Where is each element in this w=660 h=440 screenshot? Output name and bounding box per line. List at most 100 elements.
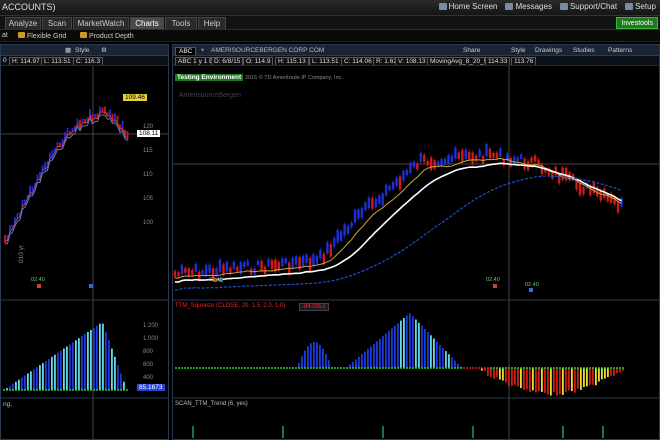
left-squeeze-dot [102, 389, 104, 391]
squeeze-hist-bar [412, 316, 414, 368]
setup-link[interactable]: Setup [625, 2, 656, 11]
squeeze-hist-bar [553, 368, 555, 392]
left-hist-bar [102, 323, 104, 390]
candle-body [374, 198, 377, 208]
left-settings-icon[interactable]: ⚙ [99, 47, 109, 55]
share-button[interactable]: Share [461, 47, 482, 55]
left-hist-bar [18, 379, 20, 390]
squeeze-hist-bar [526, 368, 528, 390]
tab-help[interactable]: Help [198, 17, 226, 29]
candle-body [461, 149, 464, 162]
squeeze-hist-bar [580, 368, 582, 390]
left-hist-bar [60, 350, 62, 390]
right-chart-canvas[interactable] [173, 66, 660, 440]
left-quote-bar: 0 H: 114.97 L: 113.51 C: 116.3 [1, 56, 168, 66]
copyright-text: 2015 © TD Ameritrade IP Company, Inc. [245, 75, 343, 81]
left-squeeze-dot [81, 389, 83, 391]
lower-study-label[interactable]: TTM_Squeeze (CLOSE, 20, 1.5, 2.0, 1.0) [175, 303, 285, 309]
investools-badge[interactable]: Investools [616, 17, 658, 29]
left-hist-bar [42, 363, 44, 390]
squeeze-dot [424, 367, 426, 369]
squeeze-dot [223, 367, 225, 369]
symbol-input[interactable]: ABC [175, 47, 197, 55]
candle-body [281, 258, 284, 267]
studies-button[interactable]: Studies [571, 47, 597, 55]
squeeze-dot [619, 367, 621, 369]
squeeze-dot [604, 367, 606, 369]
left-squeeze-dot [123, 389, 125, 391]
lower-study-value: -84.0951 [299, 303, 329, 311]
home-screen-link[interactable]: Home Screen [438, 2, 497, 11]
squeeze-dot [205, 367, 207, 369]
squeeze-dot [475, 367, 477, 369]
squeeze-dot [577, 367, 579, 369]
candle-body [367, 197, 371, 209]
left-style-button[interactable]: Style [73, 47, 91, 55]
tab-charts[interactable]: Charts [130, 17, 164, 29]
left-hist-bar [51, 356, 53, 390]
squeeze-hist-bar [568, 368, 570, 391]
candle-body [364, 202, 367, 211]
right-chart-panel: ABC ▾ AMERISOURCEBERGEN CORP COM Share S… [172, 44, 660, 440]
candle-body [440, 158, 443, 167]
candle-body [564, 167, 568, 181]
flexible-grid-button[interactable]: Flexible Grid [18, 32, 66, 40]
tab-tools[interactable]: Tools [165, 17, 197, 29]
candle-body [191, 270, 194, 276]
squeeze-dot [589, 367, 591, 369]
squeeze-hist-bar [397, 323, 399, 368]
squeeze-dot [601, 367, 603, 369]
left-squeeze-dot [72, 389, 74, 391]
left-hist-bar [81, 336, 83, 390]
squeeze-dot [622, 367, 624, 369]
quote-high: H: 115.13 [275, 57, 309, 65]
chart-watermark: AmerisourceBergen [179, 92, 241, 99]
right-chart-header: ABC ▾ AMERISOURCEBERGEN CORP COM Share S… [173, 45, 659, 56]
squeeze-dot [358, 367, 360, 369]
left-quote-prefix: 0 [3, 57, 7, 64]
candle-body [322, 253, 326, 264]
candle-body [204, 264, 208, 276]
symbol-dropdown-icon[interactable]: ▾ [199, 47, 206, 55]
tab-scan[interactable]: Scan [42, 17, 72, 29]
trend-study-label[interactable]: SCAN_TTM_Trend (6, yes) [175, 401, 248, 407]
squeeze-hist-bar [493, 368, 495, 379]
left-y-label-115: 115 [143, 148, 153, 154]
squeeze-dot [394, 367, 396, 369]
squeeze-hist-bar [415, 319, 417, 368]
style-button[interactable]: Style [509, 47, 527, 55]
left-share-button[interactable]: ▦ [63, 47, 73, 55]
squeeze-hist-bar [571, 368, 573, 392]
left-squeeze-dot [3, 389, 5, 391]
messages-link[interactable]: Messages [505, 2, 552, 11]
left-ind-label-0: 1.200 [143, 323, 159, 329]
candle-body [492, 152, 495, 158]
left-squeeze-dot [39, 389, 41, 391]
squeeze-hist-bar [325, 354, 327, 368]
product-depth-button[interactable]: Product Depth [80, 32, 134, 40]
left-ind-label-4: 400 [143, 375, 154, 381]
quote-close: C: 114.06 [341, 57, 375, 65]
squeeze-hist-bar [562, 368, 564, 395]
drawings-button[interactable]: Drawings [533, 47, 564, 55]
left-hist-bar [111, 348, 113, 390]
squeeze-dot [547, 367, 549, 369]
patterns-button[interactable]: Patterns [606, 47, 634, 55]
left-hist-bar [39, 365, 41, 390]
squeeze-dot [367, 367, 369, 369]
squeeze-hist-bar [367, 348, 369, 368]
tab-analyze[interactable]: Analyze [5, 17, 41, 29]
left-hist-bar [93, 327, 95, 390]
squeeze-dot [457, 367, 459, 369]
left-squeeze-dot [120, 389, 122, 391]
left-squeeze-dot [24, 389, 26, 391]
support-chat-link[interactable]: Support/Chat [559, 2, 617, 11]
squeeze-hist-bar [544, 368, 546, 393]
squeeze-dot [283, 367, 285, 369]
left-hist-bar [120, 373, 122, 390]
squeeze-dot [598, 367, 600, 369]
left-squeeze-dot [99, 389, 101, 391]
squeeze-hist-bar [448, 354, 450, 368]
left-hist-bar [87, 331, 89, 390]
tab-marketwatch[interactable]: MarketWatch [73, 17, 129, 29]
